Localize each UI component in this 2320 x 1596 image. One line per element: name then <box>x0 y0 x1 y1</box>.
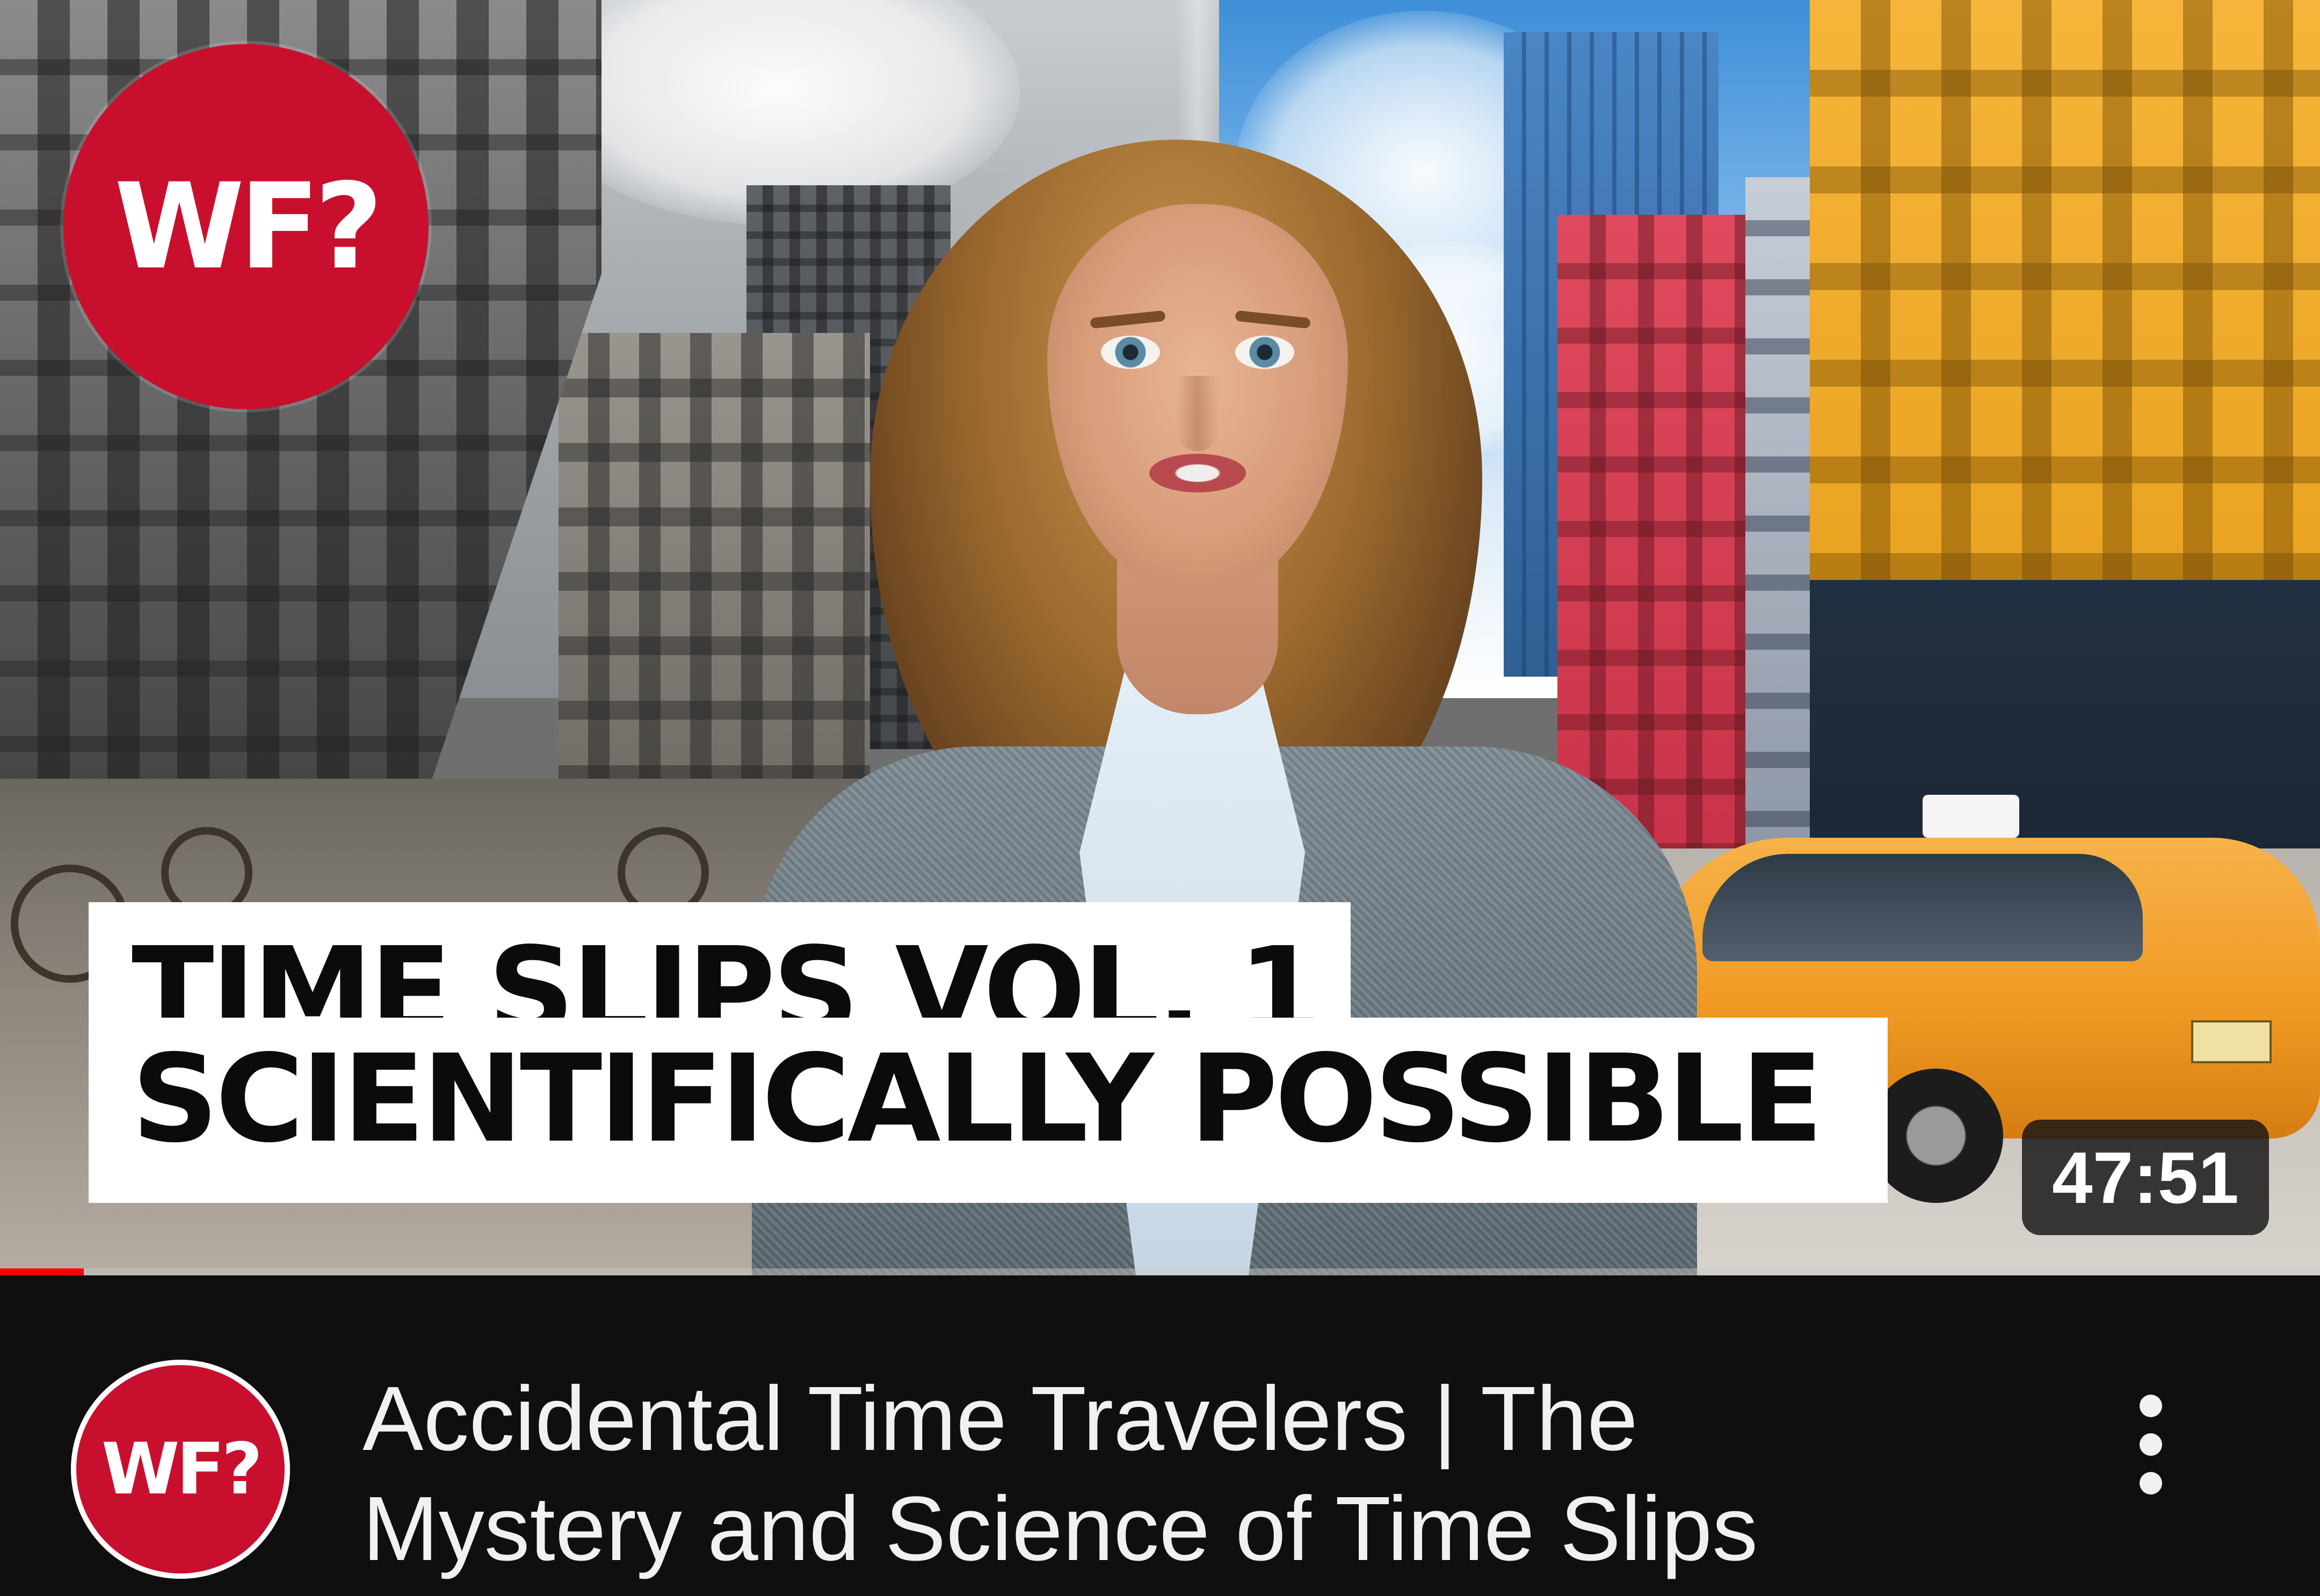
more-actions-button[interactable] <box>2092 1377 2210 1512</box>
video-title[interactable]: Accidental Time Travelers | The Mystery … <box>363 1364 1974 1584</box>
taxi-license-plate <box>2191 1020 2272 1063</box>
taxi-roof-sign <box>1923 795 2019 838</box>
vertical-ellipsis-icon <box>2140 1433 2162 1456</box>
banner-line-2: SCIENTIFICALLY POSSIBLE <box>89 1018 1888 1203</box>
vertical-ellipsis-icon <box>2140 1472 2162 1495</box>
channel-avatar-text: WF? <box>101 1428 263 1511</box>
channel-avatar[interactable]: WF? <box>71 1360 290 1579</box>
storefront <box>1810 580 2320 881</box>
video-thumbnail[interactable]: WF? TIME SLIPS VOL. 1 SCIENTIFICALLY POS… <box>0 0 2320 1275</box>
taxi-wheel-icon <box>1869 1069 2003 1203</box>
channel-logo-text: WF? <box>114 158 383 295</box>
person-eye <box>1101 336 1160 369</box>
video-metadata: WF? Accidental Time Travelers | The Myst… <box>0 1283 2320 1596</box>
thumbnail-title-banner: TIME SLIPS VOL. 1 SCIENTIFICALLY POSSIBL… <box>89 902 1888 1203</box>
channel-logo-thumbnail: WF? <box>63 44 429 409</box>
person-nose <box>1176 376 1219 451</box>
watch-progress-bar <box>0 1268 2320 1275</box>
video-card: WF? TIME SLIPS VOL. 1 SCIENTIFICALLY POS… <box>0 0 2320 1596</box>
banner-line-1: TIME SLIPS VOL. 1 <box>89 902 1351 1053</box>
vertical-ellipsis-icon <box>2140 1395 2162 1417</box>
duration-badge: 47:51 <box>2022 1120 2269 1235</box>
old-building <box>559 333 870 816</box>
person-mouth <box>1149 454 1246 492</box>
watch-progress-fill <box>0 1268 84 1275</box>
person-eye <box>1235 336 1294 369</box>
